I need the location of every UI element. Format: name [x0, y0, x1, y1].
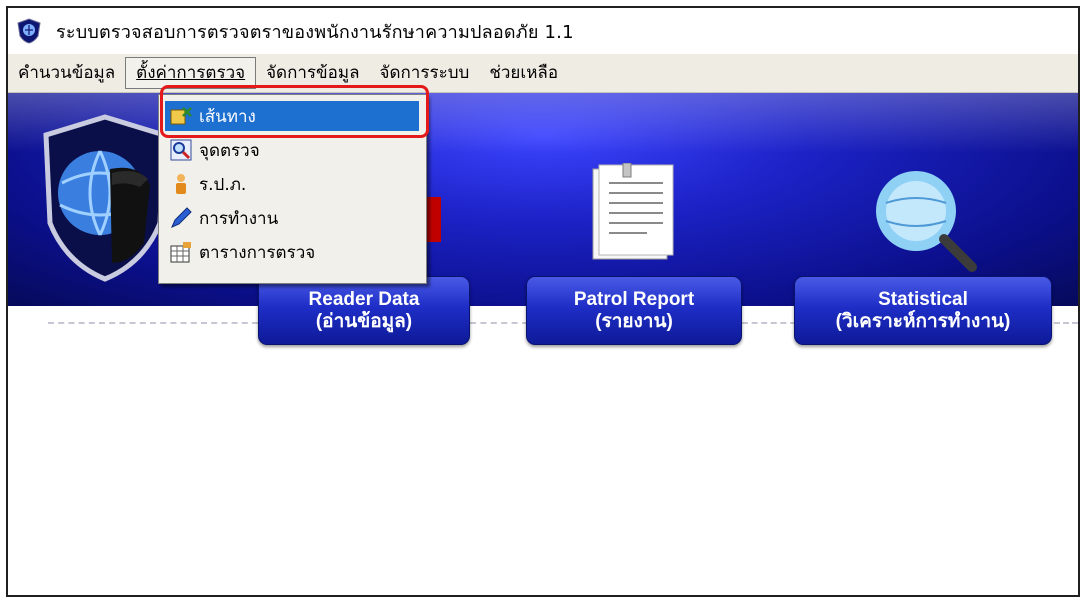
guard-person-icon — [169, 172, 193, 196]
dropdown-item-work-label: การทำงาน — [199, 208, 279, 229]
patrol-report-label: Patrol Report — [573, 288, 695, 310]
checkpoint-magnifier-icon — [169, 138, 193, 162]
title-bar: ระบบตรวจสอบการตรวจตราของพนักงานรักษาความ… — [8, 8, 1078, 54]
menu-calculate[interactable]: คำนวนข้อมูล — [8, 58, 125, 88]
dropdown-item-guard-label: ร.ป.ภ. — [199, 174, 247, 195]
menu-help[interactable]: ช่วยเหลือ — [479, 58, 568, 88]
menu-system-management[interactable]: จัดการระบบ — [370, 58, 480, 88]
reader-data-sublabel: (อ่านข้อมูล) — [315, 310, 413, 332]
patrol-report-sublabel: (รายงาน) — [595, 310, 673, 332]
reader-data-label: Reader Data — [308, 288, 420, 310]
app-window: ระบบตรวจสอบการตรวจตราของพนักงานรักษาความ… — [6, 6, 1080, 597]
schedule-table-icon — [169, 240, 193, 264]
window-title: ระบบตรวจสอบการตรวจตราของพนักงานรักษาความ… — [56, 21, 574, 43]
banner-divider-mid-2 — [742, 322, 796, 324]
banner-divider-left — [48, 322, 258, 324]
statistics-globe-magnifier-icon[interactable] — [868, 163, 983, 273]
banner-divider-mid-1 — [470, 322, 528, 324]
dropdown-item-schedule[interactable]: ตารางการตรวจ — [165, 237, 419, 267]
statistical-button[interactable]: Statistical (วิเคราะห์การทำงาน) — [794, 276, 1052, 345]
dropdown-item-schedule-label: ตารางการตรวจ — [199, 242, 316, 263]
dropdown-item-checkpoint[interactable]: จุดตรวจ — [165, 135, 419, 165]
statistical-label: Statistical — [878, 288, 968, 310]
dropdown-item-work[interactable]: การทำงาน — [165, 203, 419, 233]
dropdown-item-guard[interactable]: ร.ป.ภ. — [165, 169, 419, 199]
security-guard-shield-logo — [43, 114, 167, 282]
route-item-highlight-annotation — [160, 85, 429, 138]
banner-divider-right — [1054, 322, 1078, 324]
reader-data-button[interactable]: Reader Data (อ่านข้อมูล) — [258, 276, 470, 345]
statistical-sublabel: (วิเคราะห์การทำงาน) — [835, 310, 1011, 332]
pen-icon — [169, 206, 193, 230]
shield-app-icon — [17, 18, 41, 44]
patrol-report-document-icon[interactable] — [583, 163, 679, 263]
dropdown-item-checkpoint-label: จุดตรวจ — [199, 140, 260, 161]
menu-data-management[interactable]: จัดการข้อมูล — [256, 58, 369, 88]
patrol-report-button[interactable]: Patrol Report (รายงาน) — [526, 276, 742, 345]
